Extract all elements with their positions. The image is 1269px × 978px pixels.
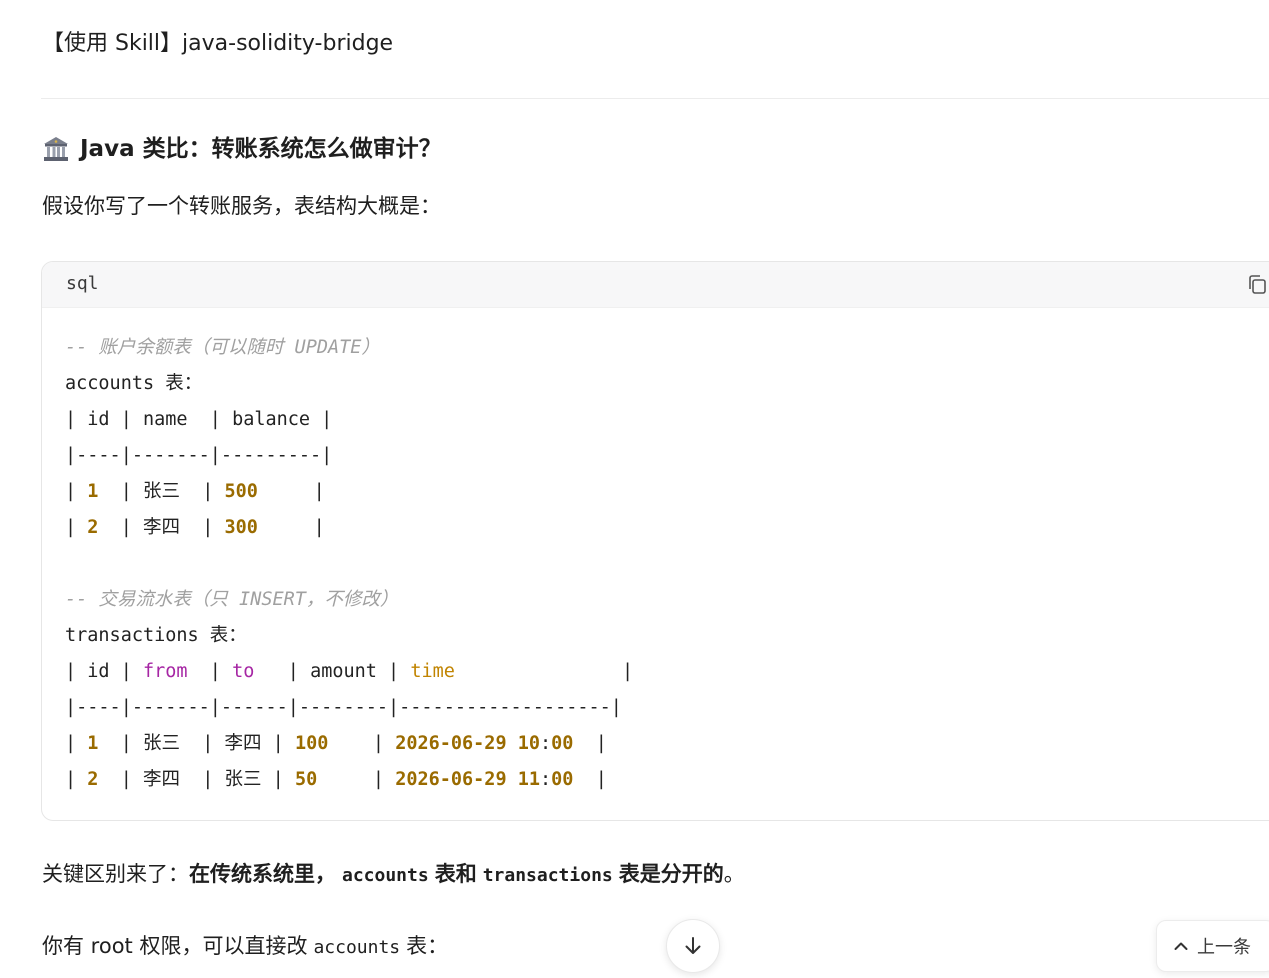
previous-message-button[interactable]: 上一条 (1156, 920, 1269, 972)
code-token: 2 (87, 769, 99, 790)
code-token: -- 账户余额表（可以随时 UPDATE） (65, 337, 380, 358)
code-language-label: sql (66, 273, 99, 294)
code-token: |----|-------|---------| (65, 445, 333, 466)
paragraph-key-difference: 关键区别来了：在传统系统里， accounts 表和 transactions 表是分开… (42, 858, 745, 892)
inline-code: accounts (313, 937, 401, 958)
chevron-up-icon (1174, 942, 1188, 950)
text: 表： (406, 934, 449, 958)
previous-message-label: 上一条 (1197, 937, 1251, 958)
code-line: | 2 | 李四 | 张三 | 50 | 2026-06-29 11:00 | (65, 762, 633, 798)
code-token: -- 交易流水表（只 INSERT，不修改） (65, 589, 399, 610)
code-line: | id | from | to | amount | time | (65, 654, 633, 690)
code-token: 1 (87, 733, 99, 754)
code-line: -- 账户余额表（可以随时 UPDATE） (65, 330, 633, 366)
code-token: | (573, 733, 607, 754)
code-line: | 2 | 李四 | 300 | (65, 510, 633, 546)
scroll-to-bottom-button[interactable] (666, 919, 720, 973)
inline-code: transactions (482, 865, 613, 886)
code-token: | (65, 733, 88, 754)
code-token: 300 (224, 517, 258, 538)
divider (41, 98, 1269, 99)
code-token: | (65, 517, 88, 538)
code-token: from (142, 661, 188, 682)
code-token: | (257, 517, 325, 538)
code-content: -- 账户余额表（可以随时 UPDATE） accounts 表： | id | n… (65, 330, 633, 798)
text: 你有 root 权限，可以直接改 (42, 934, 308, 958)
bold-text: 表和 (434, 862, 477, 886)
chat-page: 【使用 Skill】java-solidity-bridge Java 类比：转… (0, 0, 1269, 978)
code-token: | 李四 | (98, 517, 225, 538)
code-block: sql -- 账户余额表（可以随时 UPDATE） accounts 表： | id… (41, 261, 1269, 821)
code-line: |----|-------|------|--------|----------… (65, 690, 633, 726)
code-token: time (410, 661, 455, 682)
code-token: 50 (294, 769, 318, 790)
section-heading: Java 类比：转账系统怎么做审计？ (42, 132, 442, 166)
bold-text: 表是分开的 (618, 862, 724, 886)
code-token: 2 (87, 517, 99, 538)
paragraph-root-access: 你有 root 权限，可以直接改 accounts 表： (42, 930, 448, 964)
text: 。 (723, 862, 745, 886)
text: 关键区别来了： (42, 862, 189, 886)
code-token: 2026-06-29 10 (395, 733, 540, 754)
code-token: to (232, 661, 255, 682)
code-token: 00 (551, 733, 574, 754)
code-token: | 李四 | 张三 | (98, 769, 295, 790)
bank-icon (44, 137, 68, 161)
code-token: | (317, 769, 396, 790)
code-token: : (540, 733, 552, 754)
bold-text: 在传统系统里， (189, 862, 336, 886)
code-token: 00 (551, 769, 574, 790)
copy-icon[interactable] (1246, 273, 1269, 297)
code-token: 500 (224, 481, 258, 502)
code-token: 1 (87, 481, 99, 502)
code-token: | (257, 481, 325, 502)
code-token: 100 (294, 733, 329, 754)
code-token: | (187, 661, 233, 682)
code-token: |----|-------|------|--------|----------… (65, 697, 622, 718)
code-token: | id | (65, 661, 143, 682)
code-token: | id | name | balance | (65, 409, 333, 430)
code-block-header: sql (42, 262, 1269, 308)
code-token: | 张三 | 李四 | (98, 733, 295, 754)
code-line: transactions 表： (65, 618, 633, 654)
arrow-down-icon (685, 937, 701, 954)
code-line: | 1 | 张三 | 500 | (65, 474, 633, 510)
skill-usage-line: 【使用 Skill】java-solidity-bridge (42, 31, 394, 56)
code-token: | amount | (254, 661, 411, 682)
code-line: |----|-------|---------| (65, 438, 633, 474)
intro-text: 假设你写了一个转账服务，表结构大概是： (42, 194, 441, 218)
code-token: | (573, 769, 607, 790)
code-token: | (328, 733, 396, 754)
code-token: | (65, 769, 88, 790)
code-token: accounts 表： (65, 373, 203, 394)
code-line: -- 交易流水表（只 INSERT，不修改） (65, 582, 633, 618)
code-token: | (454, 661, 634, 682)
code-line: | 1 | 张三 | 李四 | 100 | 2026-06-29 10:00 | (65, 726, 633, 762)
code-line: | id | name | balance | (65, 402, 633, 438)
code-token: | (65, 481, 88, 502)
code-token: 2026-06-29 11 (395, 769, 540, 790)
code-token: | 张三 | (98, 481, 225, 502)
section-title: Java 类比：转账系统怎么做审计？ (80, 136, 442, 162)
code-token: : (540, 769, 552, 790)
inline-code: accounts (342, 865, 429, 886)
code-line: accounts 表： (65, 366, 633, 402)
code-token: transactions 表： (65, 625, 247, 646)
